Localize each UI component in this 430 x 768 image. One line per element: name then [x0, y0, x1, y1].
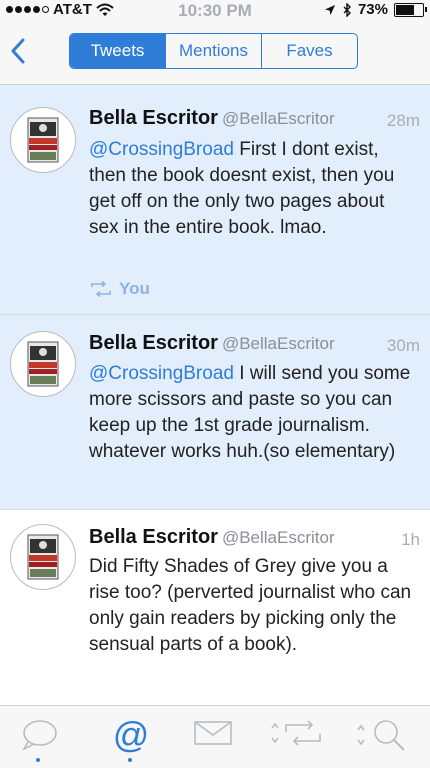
tab-home[interactable]	[14, 718, 64, 762]
status-right: 73%	[324, 1, 427, 18]
tweet-timestamp: 28m	[386, 111, 420, 130]
tweet-item[interactable]: Bella Escritor @BellaEscritor 30m @Crossi…	[0, 315, 430, 510]
tweet-text: @CrossingBroad First I dont exist, then …	[89, 137, 419, 241]
user-handle: @BellaEscritor	[221, 109, 335, 128]
book-cover-avatar-icon	[27, 341, 59, 387]
at-sign-icon: @	[112, 714, 150, 755]
tweet-header: Bella Escritor @BellaEscritor	[89, 107, 420, 130]
tweet-timestamp: 30m	[386, 336, 420, 355]
tweet-item[interactable]: Bella Escritor @BellaEscritor 1h Did Fift…	[0, 510, 430, 705]
user-handle: @BellaEscritor	[221, 528, 335, 547]
retweeter-label: You	[119, 279, 150, 298]
speech-bubble-icon	[21, 720, 57, 751]
tab-search[interactable]	[352, 718, 412, 758]
tweet-header: Bella Escritor @BellaEscritor	[89, 332, 420, 355]
timeline-segmented-control: Tweets Mentions Faves	[69, 33, 358, 69]
location-arrow-icon	[324, 4, 335, 15]
tab-messages[interactable]	[188, 718, 238, 758]
back-chevron-icon	[11, 38, 25, 64]
display-name[interactable]: Bella Escritor	[89, 526, 218, 548]
tweet-text: Did Fifty Shades of Grey give you a rise…	[89, 554, 419, 658]
tweet-timestamp: 1h	[401, 530, 420, 549]
battery-percent: 73%	[357, 1, 388, 18]
tab-retweets[interactable]	[268, 718, 328, 758]
retweeted-by: You	[89, 279, 150, 299]
avatar[interactable]	[10, 107, 76, 173]
mention-link[interactable]: @CrossingBroad	[89, 139, 234, 160]
battery-icon	[394, 2, 427, 17]
bluetooth-icon	[343, 2, 351, 17]
user-handle: @BellaEscritor	[221, 334, 335, 353]
book-cover-avatar-icon	[27, 534, 59, 580]
avatar[interactable]	[10, 331, 76, 397]
tweet-item[interactable]: Bella Escritor @BellaEscritor 28m @Crossi…	[0, 85, 430, 315]
display-name[interactable]: Bella Escritor	[89, 107, 218, 129]
tweet-text: @CrossingBroad I will send you some more…	[89, 361, 419, 465]
tweet-body: Did Fifty Shades of Grey give you a rise…	[89, 556, 412, 655]
envelope-icon	[194, 721, 232, 745]
tab-mentions[interactable]: Mentions	[165, 34, 261, 68]
book-cover-avatar-icon	[27, 117, 59, 163]
status-bar: AT&T 10:30 PM 73%	[0, 0, 430, 20]
tweet-header: Bella Escritor @BellaEscritor	[89, 526, 420, 549]
mention-link[interactable]: @CrossingBroad	[89, 363, 234, 384]
bottom-tab-bar: @	[0, 705, 430, 768]
back-button[interactable]	[4, 28, 32, 74]
search-icon	[357, 720, 405, 751]
tab-tweets[interactable]: Tweets	[70, 34, 165, 68]
tab-connect[interactable]: @	[106, 714, 156, 762]
tab-faves[interactable]: Faves	[261, 34, 357, 68]
avatar[interactable]	[10, 524, 76, 590]
display-name[interactable]: Bella Escritor	[89, 332, 218, 354]
retweet-icon	[91, 281, 111, 297]
navigation-bar: Tweets Mentions Faves	[0, 20, 430, 85]
retweet-icon	[271, 720, 321, 746]
